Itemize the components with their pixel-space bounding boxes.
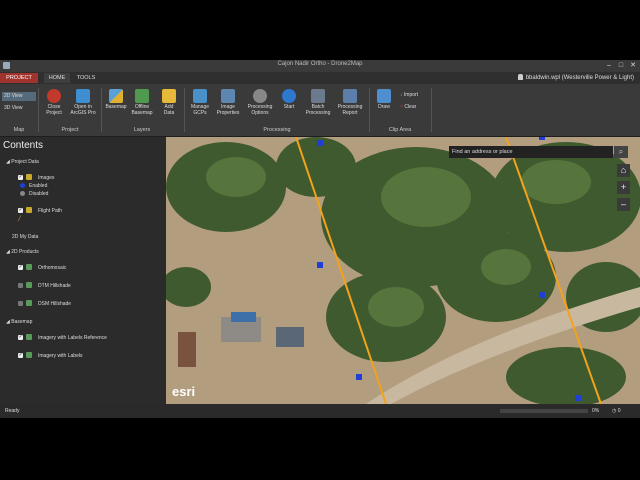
2d-products-heading[interactable]: ◢ 2D Products [6,249,39,255]
2d-view-button[interactable]: 2D View [2,92,36,101]
clear-x-icon: × [400,104,403,110]
ribbon: 2D View 3D View Map Close Project Open i… [0,84,640,137]
processing-options-button[interactable]: Processing Options [244,89,276,116]
esri-attribution: esri [172,384,196,399]
download-basemap-icon [135,89,149,103]
layer-dtm-hillshade[interactable]: DTM Hillshade [38,283,71,289]
map-view[interactable]: Find an address or place ⌕ ⌂ + – esri [166,137,640,404]
status-text: Ready [5,408,20,414]
clock-icon: ◷ [612,408,617,414]
image-table-icon [221,89,235,103]
raster-layer-icon [26,352,32,358]
user-name: bbaldwin.wpl (Westerville Power & Light) [525,75,634,81]
flight-path-checkbox[interactable] [18,207,23,213]
batch-processing-button[interactable]: Batch Processing [302,89,334,116]
home-extent-icon[interactable]: ⌂ [617,164,630,177]
import-button[interactable]: ↓ Import [400,92,418,98]
title-bar: Cajon Nadir Ortho - Drone2Map – □ ✕ [0,60,640,72]
add-data-button[interactable]: Add Data [153,89,185,116]
report-icon [343,89,357,103]
raster-layer-icon [26,334,32,340]
group-label-clip-area: Clip Area [388,127,412,133]
group-label-project: Project [61,127,79,133]
tab-tools[interactable]: TOOLS [72,73,100,83]
draw-button[interactable]: Draw [368,89,400,110]
zoom-in-button[interactable]: + [617,181,630,194]
imagery-labels-checkbox[interactable] [18,352,23,358]
layer-imagery-labels-reference[interactable]: Imagery with Labels Reference [38,335,107,341]
3d-view-button[interactable]: 3D View [2,104,36,113]
2d-my-data-heading[interactable]: 2D My Data [12,234,38,240]
raster-layer-icon [26,282,32,288]
add-data-icon [162,89,176,103]
search-icon[interactable]: ⌕ [614,146,628,158]
window-title: Cajon Nadir Ortho - Drone2Map [277,61,363,67]
layer-flight-path[interactable]: Flight Path [38,208,62,214]
job-count[interactable]: ◷ 0 [612,408,621,414]
layer-dsm-hillshade[interactable]: DSM Hillshade [38,301,71,307]
dtm-hillshade-checkbox[interactable] [18,283,23,288]
flight-line-symbol-icon: ╱ [18,216,22,222]
tab-project[interactable]: PROJECT [0,73,38,83]
close-circle-icon [47,89,61,103]
open-in-arcgis-pro-button[interactable]: Open in ArcGIS Pro [67,89,99,116]
collapse-icon: ◢ [6,249,10,255]
layer-images[interactable]: Images [38,175,54,181]
gear-icon [253,89,267,103]
flight-path-layer-icon [26,207,32,213]
user-account[interactable]: bbaldwin.wpl (Westerville Power & Light) [517,73,634,83]
images-checkbox[interactable] [18,174,23,180]
collapse-icon: ◢ [6,159,10,165]
legend-disabled: Disabled [29,191,49,197]
gcp-grid-icon [193,89,207,103]
close-window-button[interactable]: ✕ [628,61,638,71]
enabled-symbol-icon [20,183,25,188]
zoom-out-button[interactable]: – [617,198,630,211]
draw-polygon-icon [377,89,391,103]
basemap-heading[interactable]: ◢ Basemap [6,319,32,325]
images-layer-icon [26,174,32,180]
orthomosaic-checkbox[interactable] [18,264,23,270]
start-button[interactable]: Start [273,89,305,110]
ribbon-separator [431,88,432,132]
minimize-button[interactable]: – [604,61,614,71]
image-properties-button[interactable]: Image Properties [212,89,244,116]
layer-orthomosaic[interactable]: Orthomosaic [38,265,66,271]
drone2map-window: Cajon Nadir Ortho - Drone2Map – □ ✕ PROJ… [0,60,640,418]
orthomosaic-imagery [166,137,640,404]
dsm-hillshade-checkbox[interactable] [18,301,23,306]
raster-layer-icon [26,300,32,306]
tab-home[interactable]: HOME [44,73,70,83]
contents-pane: Contents ◢ Project Data Images Enabled D… [0,137,166,404]
legend-enabled: Enabled [29,183,48,189]
layer-imagery-labels[interactable]: Imagery with Labels [38,353,82,359]
raster-layer-icon [26,264,32,270]
maximize-button[interactable]: □ [616,61,626,71]
close-project-button[interactable]: Close Project [38,89,70,116]
search-input[interactable]: Find an address or place [449,146,613,158]
processing-report-button[interactable]: Processing Report [334,89,366,116]
group-label-processing: Processing [263,127,291,133]
batch-icon [311,89,325,103]
user-icon [517,74,523,81]
progress-percent: 0% [592,408,600,414]
ribbon-tabs: PROJECT HOME TOOLS bbaldwin.wpl (Westerv… [0,72,640,84]
group-label-map: Map [13,127,25,133]
basemap-gallery-icon [109,89,123,103]
imagery-labels-reference-checkbox[interactable] [18,334,23,340]
contents-title: Contents [3,140,44,151]
disabled-symbol-icon [20,191,25,196]
play-icon [282,89,296,103]
arcgis-pro-icon [76,89,90,103]
group-label-layers: Layers [133,127,151,133]
status-bar: Ready 0% ◷ 0 [0,404,640,418]
progress-bar [500,409,588,413]
collapse-icon: ◢ [6,319,10,325]
clear-button[interactable]: × Clear [400,104,416,110]
project-data-heading[interactable]: ◢ Project Data [6,159,39,165]
import-arrow-icon: ↓ [400,92,403,98]
